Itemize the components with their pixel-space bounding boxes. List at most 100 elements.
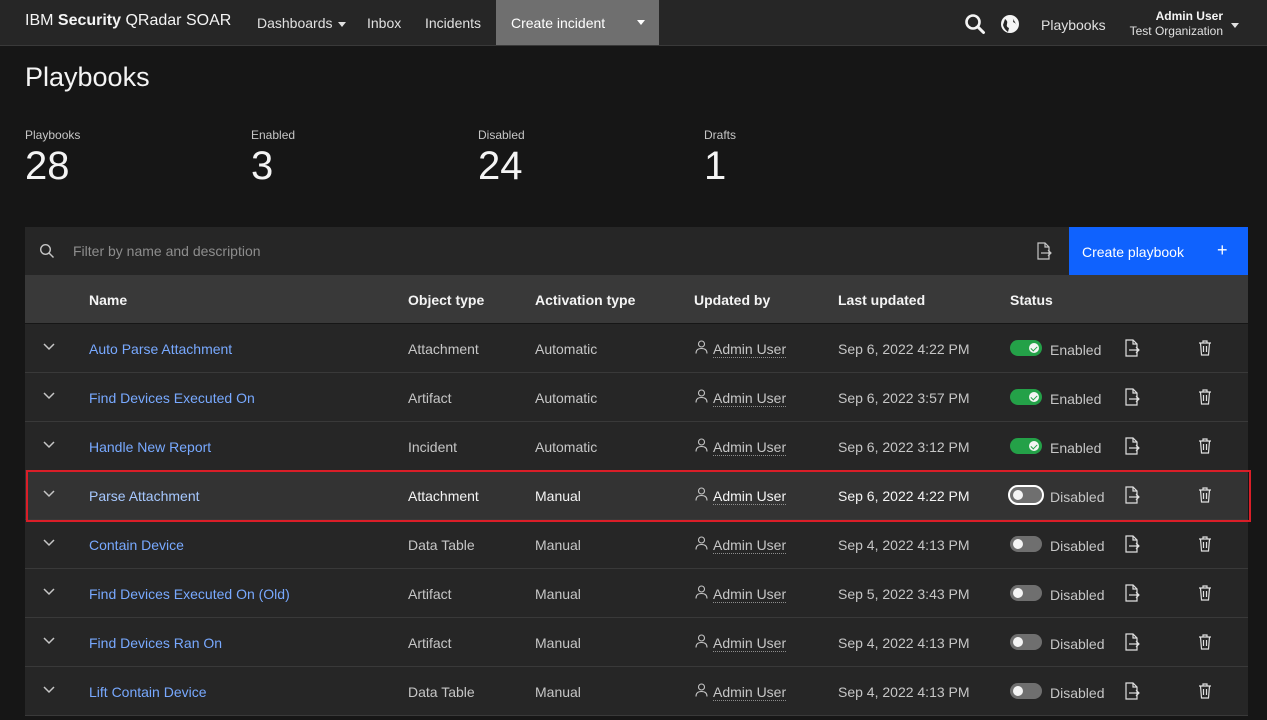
export-icon[interactable] bbox=[1124, 388, 1140, 406]
playbook-name-link[interactable]: Auto Parse Attachment bbox=[89, 341, 232, 357]
playbook-name-link[interactable]: Handle New Report bbox=[89, 439, 211, 455]
playbook-name-link[interactable]: Find Devices Ran On bbox=[89, 635, 222, 651]
last-updated: Sep 6, 2022 3:12 PM bbox=[838, 439, 970, 455]
chevron-down-icon[interactable] bbox=[1231, 23, 1239, 28]
user-icon bbox=[695, 340, 708, 354]
table-row[interactable]: Find Devices Executed On Artifact Automati… bbox=[25, 373, 1248, 422]
user-icon bbox=[695, 683, 708, 697]
table-header: Name Object type Activation type Updated… bbox=[25, 275, 1248, 323]
activation-type: Automatic bbox=[535, 341, 598, 357]
column-updated-by[interactable]: Updated by bbox=[694, 292, 770, 308]
object-type: Artifact bbox=[408, 635, 452, 651]
create-incident-label: Create incident bbox=[511, 15, 606, 31]
filter-input[interactable] bbox=[73, 227, 973, 275]
table-row[interactable]: Find Devices Ran On Artifact Manual Admin U… bbox=[25, 618, 1248, 667]
selected-row-highlight bbox=[26, 470, 1251, 522]
stat-label: Drafts bbox=[704, 128, 737, 142]
export-icon[interactable] bbox=[1124, 437, 1140, 455]
status-label: Disabled bbox=[1050, 685, 1105, 701]
search-icon[interactable] bbox=[964, 13, 986, 35]
export-icon[interactable] bbox=[1124, 535, 1140, 553]
status-toggle[interactable] bbox=[1010, 389, 1042, 405]
user-org: Test Organization bbox=[1129, 24, 1223, 38]
user-menu[interactable]: Admin User Test Organization bbox=[1127, 9, 1223, 38]
activation-type: Manual bbox=[535, 586, 581, 602]
nav-dashboards[interactable]: Dashboards bbox=[257, 15, 346, 31]
chevron-down-icon[interactable] bbox=[43, 343, 55, 351]
table-row[interactable]: Lift Contain Device Data Table Manual Admin… bbox=[25, 667, 1248, 716]
column-object-type[interactable]: Object type bbox=[408, 292, 484, 308]
playbook-name-link[interactable]: Find Devices Executed On bbox=[89, 390, 255, 406]
chevron-down-icon[interactable] bbox=[43, 539, 55, 547]
playbook-name-link[interactable]: Lift Contain Device bbox=[89, 684, 207, 700]
chevron-down-icon[interactable] bbox=[43, 588, 55, 596]
table-row[interactable]: Find Devices Executed On (Old) Artifact Ma… bbox=[25, 569, 1248, 618]
user-icon bbox=[695, 634, 708, 648]
table-row[interactable]: Contain Device Data Table Manual Admin User… bbox=[25, 520, 1248, 569]
status-toggle[interactable] bbox=[1010, 683, 1042, 699]
last-updated: Sep 6, 2022 3:57 PM bbox=[838, 390, 970, 406]
table-row[interactable]: Handle New Report Incident Automatic Admin … bbox=[25, 422, 1248, 471]
activation-type: Manual bbox=[535, 684, 581, 700]
last-updated: Sep 6, 2022 4:22 PM bbox=[838, 341, 970, 357]
create-incident-button[interactable]: Create incident bbox=[496, 0, 659, 45]
status-toggle[interactable] bbox=[1010, 585, 1042, 601]
stat-value: 24 bbox=[478, 144, 523, 188]
create-playbook-button[interactable]: Create playbook + bbox=[1069, 227, 1248, 275]
chevron-down-icon[interactable] bbox=[43, 392, 55, 400]
chevron-down-icon[interactable] bbox=[637, 20, 645, 25]
export-icon[interactable] bbox=[1124, 339, 1140, 357]
activation-type: Automatic bbox=[535, 439, 598, 455]
stat-playbooks: Playbooks 28 bbox=[25, 128, 80, 189]
status-toggle[interactable] bbox=[1010, 634, 1042, 650]
status-toggle[interactable] bbox=[1010, 340, 1042, 356]
last-updated: Sep 4, 2022 4:13 PM bbox=[838, 635, 970, 651]
page-title: Playbooks bbox=[25, 62, 150, 92]
trash-icon[interactable] bbox=[1198, 438, 1212, 454]
nav-inbox[interactable]: Inbox bbox=[367, 15, 401, 31]
user-icon bbox=[695, 585, 708, 599]
activation-type: Automatic bbox=[535, 390, 598, 406]
globe-icon[interactable] bbox=[999, 13, 1021, 35]
playbook-name-link[interactable]: Find Devices Executed On (Old) bbox=[89, 586, 290, 602]
trash-icon[interactable] bbox=[1198, 634, 1212, 650]
stat-value: 1 bbox=[704, 144, 727, 188]
status-label: Disabled bbox=[1050, 587, 1105, 603]
chevron-down-icon[interactable] bbox=[43, 637, 55, 645]
nav-dashboards-label: Dashboards bbox=[257, 15, 333, 31]
trash-icon[interactable] bbox=[1198, 585, 1212, 601]
last-updated: Sep 4, 2022 4:13 PM bbox=[838, 684, 970, 700]
table-row[interactable]: Auto Parse Attachment Attachment Automatic… bbox=[25, 324, 1248, 373]
nav-playbooks[interactable]: Playbooks bbox=[1041, 17, 1106, 33]
object-type: Artifact bbox=[408, 390, 452, 406]
column-last-updated[interactable]: Last updated bbox=[838, 292, 925, 308]
chevron-down-icon[interactable] bbox=[43, 686, 55, 694]
brand-logo[interactable]: IBM Security QRadar SOAR bbox=[25, 12, 231, 30]
top-navigation: IBM Security QRadar SOAR Dashboards Inbo… bbox=[0, 0, 1267, 46]
status-toggle[interactable] bbox=[1010, 536, 1042, 552]
export-icon[interactable] bbox=[1124, 633, 1140, 651]
column-name[interactable]: Name bbox=[89, 292, 127, 308]
object-type: Incident bbox=[408, 439, 458, 455]
updated-by-name: Admin User bbox=[713, 684, 787, 701]
object-type: Data Table bbox=[408, 537, 475, 553]
playbook-name-link[interactable]: Contain Device bbox=[89, 537, 184, 553]
updated-by-name: Admin User bbox=[713, 635, 787, 652]
column-activation-type[interactable]: Activation type bbox=[535, 292, 635, 308]
column-status[interactable]: Status bbox=[1010, 292, 1053, 308]
toggle-knob bbox=[1013, 588, 1023, 598]
chevron-down-icon[interactable] bbox=[43, 441, 55, 449]
trash-icon[interactable] bbox=[1198, 683, 1212, 699]
export-icon[interactable] bbox=[1036, 242, 1052, 260]
stat-disabled: Disabled 24 bbox=[478, 128, 525, 189]
stat-enabled: Enabled 3 bbox=[251, 128, 295, 189]
user-icon bbox=[695, 389, 708, 403]
nav-incidents[interactable]: Incidents bbox=[425, 15, 481, 31]
trash-icon[interactable] bbox=[1198, 536, 1212, 552]
export-icon[interactable] bbox=[1124, 682, 1140, 700]
trash-icon[interactable] bbox=[1198, 340, 1212, 356]
export-icon[interactable] bbox=[1124, 584, 1140, 602]
status-toggle[interactable] bbox=[1010, 438, 1042, 454]
stat-label: Disabled bbox=[478, 128, 525, 142]
trash-icon[interactable] bbox=[1198, 389, 1212, 405]
